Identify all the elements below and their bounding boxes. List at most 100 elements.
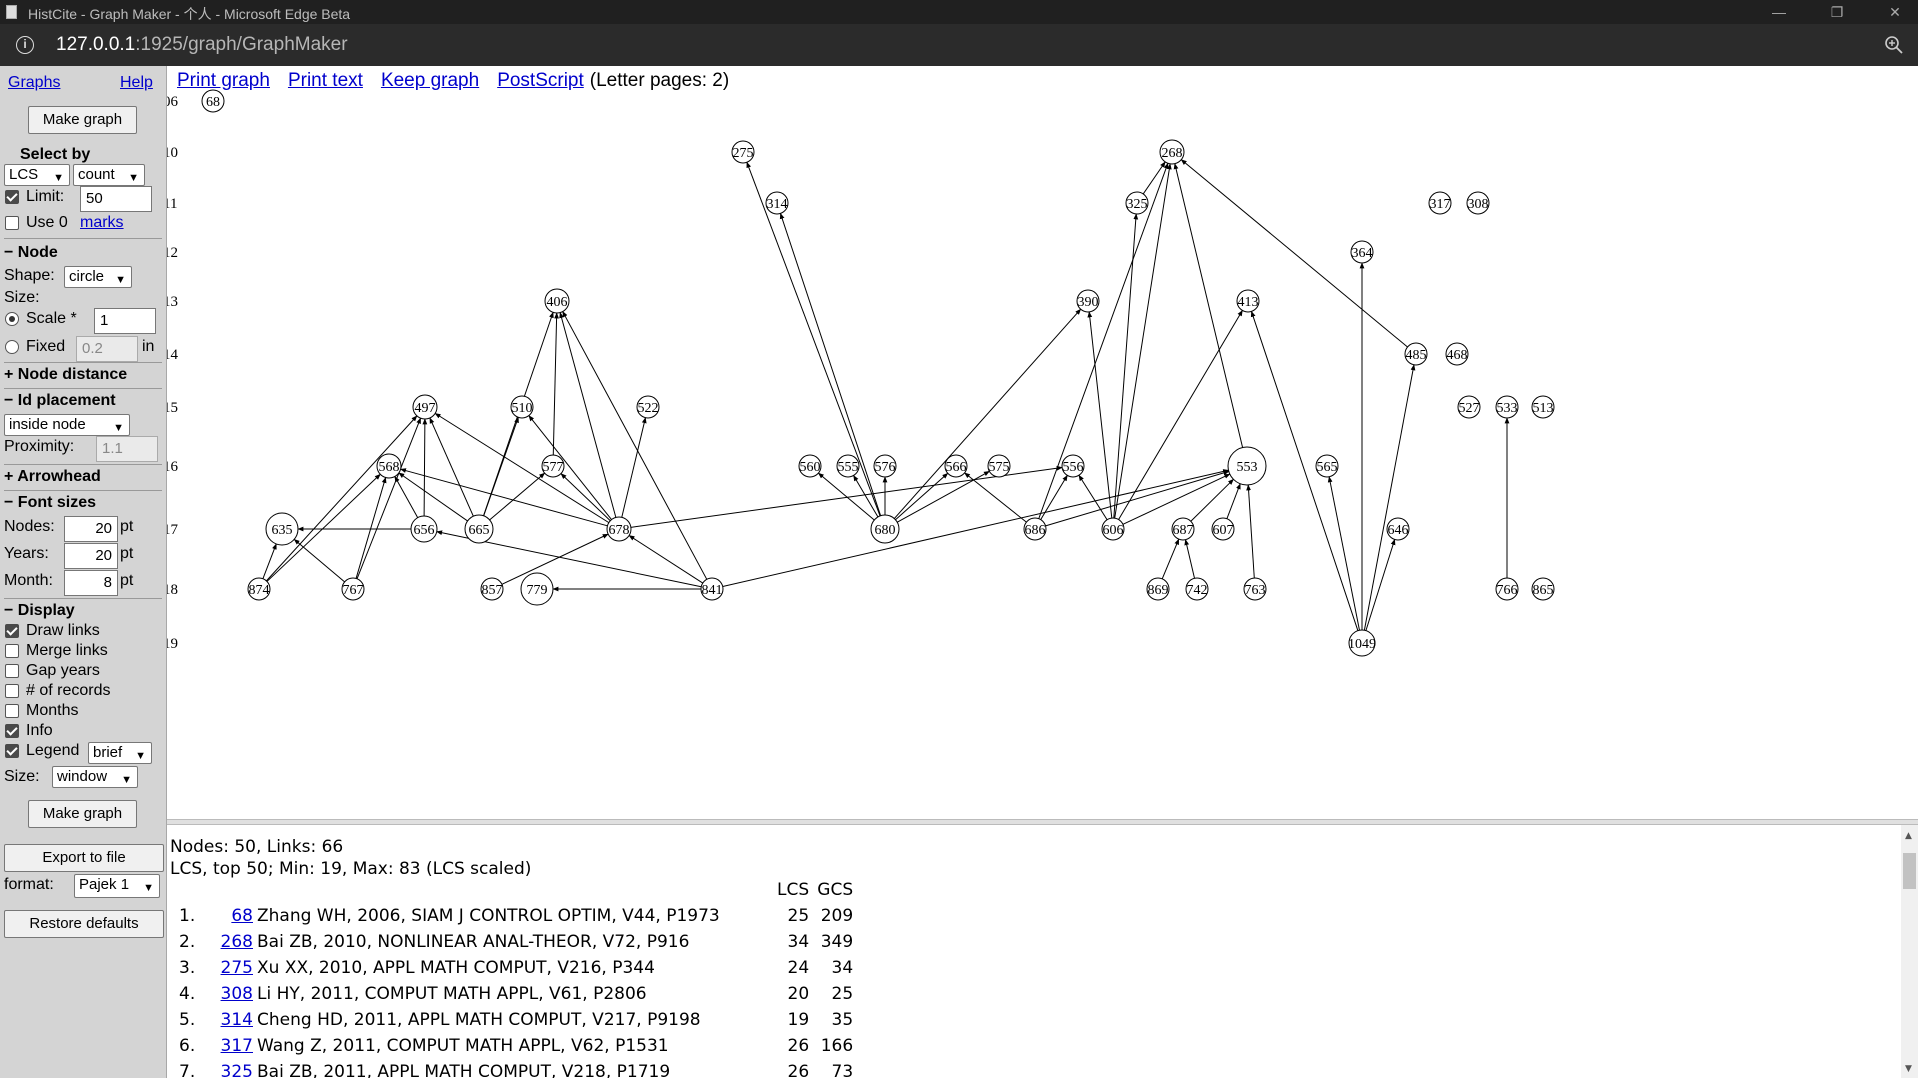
size-dropdown[interactable]: window ▼ [52,766,138,788]
graph-node[interactable]: 865 [1531,577,1555,601]
graph-node[interactable]: 308 [1466,191,1490,215]
graph-node[interactable]: 568 [376,453,402,479]
graph-node[interactable]: 560 [798,454,822,478]
minimize-button[interactable]: — [1764,2,1794,22]
graph-node[interactable]: 553 [1227,446,1267,486]
graph-node[interactable]: 656 [410,515,438,543]
graph-node[interactable]: 413 [1236,289,1260,313]
graph-node[interactable]: 575 [987,454,1011,478]
graph-node[interactable]: 687 [1171,517,1195,541]
graph-node[interactable]: 576 [873,454,897,478]
restore-defaults-button[interactable]: Restore defaults [4,910,164,938]
postscript-link[interactable]: PostScript [497,70,584,91]
marks-link[interactable]: marks [80,214,124,232]
count-dropdown[interactable]: count ▼ [73,164,145,186]
fixed-radio[interactable] [5,340,19,354]
graph-node[interactable]: 1049 [1348,629,1376,657]
keep-graph-link[interactable]: Keep graph [381,70,479,91]
months-checkbox[interactable] [5,704,19,718]
node-id-link[interactable]: 68 [231,906,253,926]
gap-years-checkbox[interactable] [5,664,19,678]
print-graph-link[interactable]: Print graph [177,70,270,91]
graph-node[interactable]: 841 [700,577,724,601]
years-font-input[interactable]: 20 [64,543,118,569]
graph-node[interactable]: 510 [510,395,534,419]
print-text-link[interactable]: Print text [288,70,363,91]
arrowhead-toggle[interactable]: + Arrowhead [4,468,101,486]
nodes-font-input[interactable]: 20 [64,516,118,542]
graph-node[interactable]: 325 [1125,191,1149,215]
scale-input[interactable]: 1 [94,308,156,334]
graph-node[interactable]: 646 [1386,517,1410,541]
node-id-link[interactable]: 308 [221,984,253,1004]
graph-node[interactable]: 555 [836,454,860,478]
node-id-link[interactable]: 314 [221,1010,253,1030]
help-link[interactable]: Help [120,74,153,92]
display-toggle[interactable]: − Display [4,602,75,620]
fixed-input[interactable]: 0.2 [76,336,138,362]
export-button[interactable]: Export to file [4,844,164,872]
graph-node[interactable]: 869 [1146,577,1170,601]
graph-node[interactable]: 606 [1101,517,1125,541]
make-graph-button-2[interactable]: Make graph [28,800,137,828]
shape-dropdown[interactable]: circle ▼ [64,266,132,288]
graph-node[interactable]: 275 [731,140,755,164]
limit-input[interactable]: 50 [80,186,152,212]
info-checkbox[interactable] [5,724,19,738]
graph-node[interactable]: 406 [544,288,570,314]
graph-node[interactable]: 364 [1350,240,1374,264]
site-info-icon[interactable]: i [16,36,34,54]
graph-node[interactable]: 522 [636,395,660,419]
graph-node[interactable]: 533 [1495,395,1519,419]
zoom-icon[interactable] [1884,35,1904,55]
scroll-down-icon[interactable]: ▼ [1905,1064,1912,1074]
graph-node[interactable]: 577 [541,454,565,478]
graph-node[interactable]: 680 [870,514,900,544]
use-marks-checkbox[interactable] [5,216,19,230]
make-graph-button[interactable]: Make graph [28,106,137,134]
graph-node[interactable]: 742 [1185,577,1209,601]
graph-node[interactable]: 665 [464,514,494,544]
node-id-link[interactable]: 317 [221,1036,253,1056]
graph-node[interactable]: 497 [412,394,438,420]
scroll-up-icon[interactable]: ▲ [1905,831,1912,841]
graph-node[interactable]: 317 [1428,191,1452,215]
graph-node[interactable]: 779 [520,572,554,606]
scroll-thumb[interactable] [1903,853,1916,889]
graph-node[interactable]: 763 [1243,577,1267,601]
merge-links-checkbox[interactable] [5,644,19,658]
graph-node[interactable]: 857 [480,577,504,601]
node-distance-toggle[interactable]: + Node distance [4,366,127,384]
font-sizes-toggle[interactable]: − Font sizes [4,494,96,512]
graph-node[interactable]: 68 [201,89,225,113]
legend-checkbox[interactable] [5,744,19,758]
limit-checkbox[interactable] [5,190,19,204]
graph-node[interactable]: 874 [247,577,271,601]
info-scrollbar[interactable]: ▲ ▼ [1901,825,1918,1078]
select-by-dropdown[interactable]: LCS ▼ [4,164,70,186]
graph-node[interactable]: 268 [1159,139,1185,165]
graph-node[interactable]: 468 [1445,342,1469,366]
node-section-toggle[interactable]: − Node [4,244,58,262]
node-id-link[interactable]: 325 [221,1062,253,1078]
graph-node[interactable]: 686 [1023,517,1047,541]
num-records-checkbox[interactable] [5,684,19,698]
node-id-link[interactable]: 268 [221,932,253,952]
graph-node[interactable]: 556 [1061,454,1085,478]
graphs-link[interactable]: Graphs [8,74,60,92]
format-dropdown[interactable]: Pajek 1 ▼ [74,874,160,898]
scale-radio[interactable] [5,312,19,326]
legend-dropdown[interactable]: brief ▼ [88,742,152,764]
graph-node[interactable]: 390 [1076,289,1100,313]
graph-node[interactable]: 485 [1404,342,1428,366]
graph-node[interactable]: 635 [265,512,299,546]
graph-node[interactable]: 767 [341,577,365,601]
graph-node[interactable]: 566 [944,454,968,478]
graph-node[interactable]: 527 [1457,395,1481,419]
graph-node[interactable]: 513 [1531,395,1555,419]
url-field[interactable]: 127.0.0.1:1925/graph/GraphMaker [56,34,348,56]
close-button[interactable]: ✕ [1880,2,1910,22]
graph-node[interactable]: 314 [765,191,789,215]
graph-node[interactable]: 766 [1495,577,1519,601]
graph-node[interactable]: 678 [606,516,632,542]
